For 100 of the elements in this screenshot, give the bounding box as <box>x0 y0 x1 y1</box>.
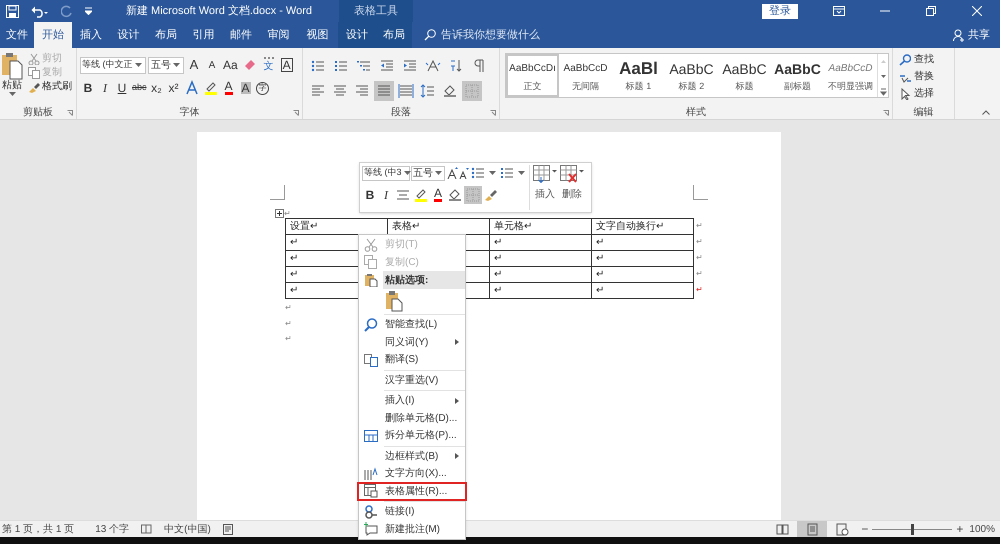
paragraph-mark: ↵ <box>285 334 292 343</box>
dropdown-caret-icon <box>404 171 411 175</box>
paint-bucket-icon <box>447 187 463 203</box>
font-name-dropdown[interactable]: 等线 (中文正 <box>80 56 146 74</box>
zoom-level[interactable]: 100% <box>969 522 995 536</box>
menu-item[interactable]: 拆分单元格(P)... <box>359 427 465 444</box>
dropdown-caret-icon <box>8 92 16 96</box>
table-cell: ↵ <box>592 282 694 298</box>
menu-item[interactable]: 汉字重选(V) <box>359 372 465 389</box>
ribbon-tab[interactable]: 布局 <box>376 22 412 48</box>
menu-item[interactable]: 文字方向(X)... <box>359 465 465 482</box>
format-button[interactable]: 文 <box>260 56 277 74</box>
shrink-font-icon <box>459 167 469 179</box>
paragraph-button[interactable] <box>374 81 394 101</box>
group-title: 段落 <box>391 106 411 120</box>
format-button[interactable]: A <box>220 79 237 97</box>
insert-table-button[interactable]: 插入 <box>533 165 557 210</box>
format-button[interactable]: A <box>186 56 202 74</box>
zoom-out-button[interactable]: − <box>861 520 868 538</box>
format-button[interactable]: A <box>430 186 446 204</box>
format-button[interactable]: I <box>378 186 394 204</box>
save-icon <box>6 4 19 18</box>
zoom-slider[interactable] <box>872 524 952 534</box>
format-button[interactable]: x² <box>166 79 182 97</box>
menu-item[interactable]: 链接(I) <box>359 503 465 520</box>
format-button[interactable]: U <box>114 79 130 97</box>
brush-icon <box>28 80 40 92</box>
dialog-launcher-icon <box>293 110 299 116</box>
paint-bucket-icon <box>442 83 458 99</box>
format-button[interactable]: A <box>278 56 295 74</box>
ribbon-tab[interactable]: 设计 <box>110 22 147 48</box>
format-button[interactable]: A <box>238 79 254 97</box>
ribbon-tab[interactable]: 邮件 <box>222 22 260 48</box>
book-icon <box>776 522 789 536</box>
tell-me-field[interactable]: 告诉我你想要做什么 <box>424 22 540 48</box>
ribbon-tab[interactable]: 视图 <box>297 22 338 48</box>
sign-in-button[interactable]: 登录 <box>762 4 798 18</box>
share-button[interactable]: 共享 <box>953 22 1000 48</box>
customize-icon <box>85 7 92 15</box>
paste-option-button[interactable] <box>383 289 405 313</box>
editing-button[interactable]: 替换 <box>899 69 954 84</box>
menu-item[interactable]: 边框样式(B) <box>359 448 465 465</box>
table-cell: ↵ <box>490 234 592 250</box>
table-cell: ↵ <box>592 250 694 266</box>
editing-button[interactable]: 选择 <box>899 86 954 101</box>
delete-table-button[interactable]: 删除 <box>560 165 584 210</box>
undo-icon <box>31 4 49 18</box>
format-button[interactable]: I <box>97 79 113 97</box>
editing-button[interactable]: 查找 <box>899 52 954 67</box>
menu-item[interactable]: 删除单元格(D)... <box>359 410 465 427</box>
paragraph-button[interactable] <box>396 81 416 101</box>
page-icon <box>806 522 819 536</box>
word-count[interactable]: 13 个字 <box>95 522 130 536</box>
row-end-mark: ↵ <box>695 252 703 264</box>
format-button[interactable]: B <box>362 186 378 204</box>
ribbon-tab[interactable]: 审阅 <box>260 22 297 48</box>
table-cell: 单元格↵ <box>490 218 592 234</box>
view-button[interactable] <box>797 520 828 538</box>
menu-item[interactable]: 新建批注(M) <box>359 520 465 538</box>
format-button[interactable]: abc <box>131 79 148 97</box>
ribbon-tab[interactable]: 文件 <box>0 22 34 48</box>
ribbon-tab[interactable]: 开始 <box>34 22 72 48</box>
table-properties-icon <box>364 484 378 498</box>
ribbon-tab[interactable]: 引用 <box>185 22 222 48</box>
format-button[interactable]: x₂ <box>148 79 165 97</box>
format-button[interactable]: Aa <box>222 56 239 74</box>
highlighter-icon <box>413 187 429 203</box>
format-button[interactable]: A <box>204 56 220 74</box>
row-end-mark: ↵ <box>695 268 703 280</box>
bullet-list-icon <box>470 165 486 181</box>
language[interactable]: 中文(中国) <box>164 522 211 536</box>
zoom-slider-thumb[interactable] <box>910 524 914 534</box>
dropdown-caret-icon <box>435 171 442 175</box>
paste-button[interactable]: 粘贴 <box>0 52 24 105</box>
format-button[interactable]: B <box>80 79 96 97</box>
row-end-mark: ↵ <box>695 284 703 296</box>
ribbon-tab[interactable]: 布局 <box>147 22 185 48</box>
table-cell: ↵ <box>490 250 592 266</box>
ribbon-tab[interactable]: 设计 <box>338 22 376 48</box>
menu-item[interactable]: 同义词(Y) <box>359 334 465 351</box>
scissors-icon <box>28 52 40 64</box>
ribbon-tab[interactable]: 插入 <box>72 22 110 48</box>
bullet-list-icon <box>310 58 326 74</box>
group-title: 字体 <box>180 106 200 120</box>
menu-item[interactable]: 翻译(S) <box>359 351 465 368</box>
font-name-dropdown[interactable]: 等线 (中3 <box>362 166 410 180</box>
font-size-dropdown[interactable]: 五号 <box>148 56 184 74</box>
style-gallery-item[interactable]: AaBbCcDı 正文 <box>506 54 559 97</box>
menu-item[interactable]: 插入(I) <box>359 392 465 410</box>
copy-icon <box>364 255 378 270</box>
page-count[interactable]: 第 1 页，共 1 页 <box>2 522 74 536</box>
zoom-in-button[interactable]: + <box>956 520 964 538</box>
font-size-dropdown[interactable]: 五号 <box>411 166 445 180</box>
menu-item[interactable]: 表格属性(R)... <box>358 482 466 500</box>
dialog-launcher-icon <box>67 110 73 116</box>
clipboard-item[interactable]: 格式刷 <box>28 80 72 93</box>
window-title: 新建 Microsoft Word 文档.docx - Word <box>126 4 312 19</box>
proofing-icon <box>141 524 152 534</box>
search-icon <box>364 318 378 332</box>
menu-item[interactable]: 智能查找(L) <box>359 316 465 334</box>
